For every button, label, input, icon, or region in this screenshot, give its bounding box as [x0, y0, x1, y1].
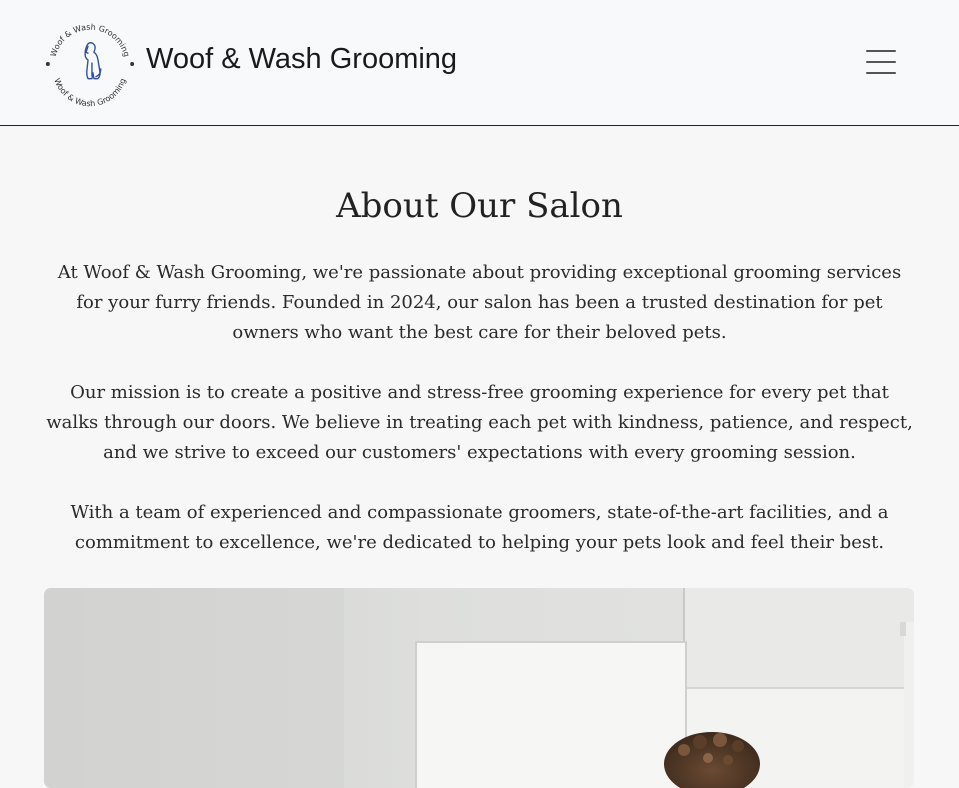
page-title: About Our Salon	[336, 186, 623, 226]
about-paragraph-2: Our mission is to create a positive and …	[46, 382, 913, 463]
hamburger-menu-icon[interactable]	[855, 38, 907, 86]
logo-dot-right	[130, 62, 135, 66]
logo-ring-text-top: Woof & Wash Grooming	[49, 23, 131, 58]
logo-dot-left	[45, 62, 50, 66]
logo-ring-text-bottom: Woof & Wash Grooming	[52, 77, 127, 108]
about-paragraph-3: With a team of experienced and compassio…	[70, 502, 889, 553]
navbar: Woof & Wash Grooming Woof & Wash Groomin…	[0, 0, 959, 126]
about-paragraph-1: At Woof & Wash Grooming, we're passionat…	[57, 262, 902, 343]
salon-photo-image	[44, 588, 914, 788]
brand-name[interactable]: Woof & Wash Grooming	[146, 40, 457, 78]
salon-photo	[44, 588, 914, 788]
dog-icon	[84, 42, 102, 80]
logo[interactable]: Woof & Wash Grooming Woof & Wash Groomin…	[41, 14, 139, 112]
